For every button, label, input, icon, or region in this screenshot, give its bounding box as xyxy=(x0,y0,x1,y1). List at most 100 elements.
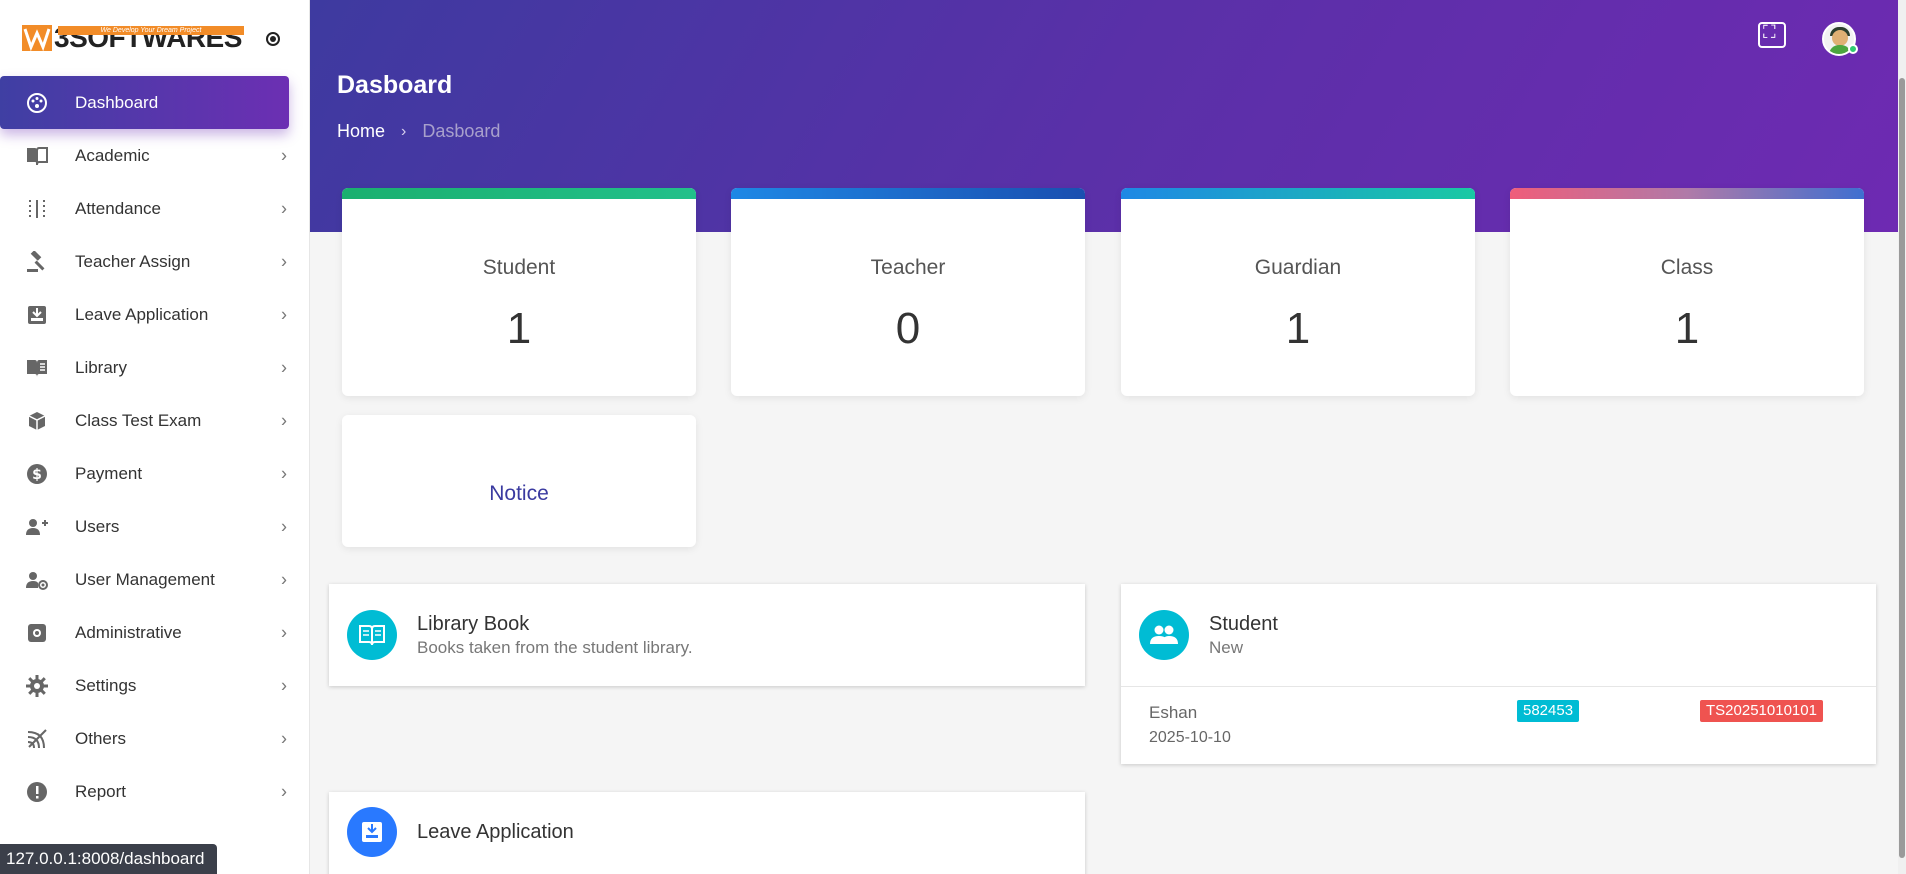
student-code-badge: 582453 xyxy=(1517,700,1580,722)
sidebar-item-label: Administrative xyxy=(75,622,182,642)
group-icon xyxy=(1139,610,1189,660)
stat-card-class[interactable]: Class 1 xyxy=(1510,188,1864,396)
sidebar-item-payment[interactable]: $ Payment › xyxy=(0,447,309,500)
svg-text:$: $ xyxy=(32,467,42,483)
list-item[interactable]: Eshan 2025-10-10 582453 TS20251010101 xyxy=(1121,686,1876,764)
chevron-right-icon: › xyxy=(281,569,287,589)
leave-application-panel: Leave Application xyxy=(329,792,1085,874)
attendance-icon xyxy=(25,197,49,221)
stat-card-teacher[interactable]: Teacher 0 xyxy=(731,188,1085,396)
sidebar-item-users[interactable]: Users › xyxy=(0,500,309,553)
stat-accent-bar xyxy=(1121,188,1475,199)
panel-header: Leave Application xyxy=(329,792,1085,872)
gear-icon xyxy=(25,674,49,698)
stat-label: Guardian xyxy=(1254,256,1342,279)
stat-accent-bar xyxy=(1510,188,1864,199)
sidebar-item-attendance[interactable]: Attendance › xyxy=(0,182,309,235)
chevron-right-icon: › xyxy=(281,622,287,642)
online-status-dot xyxy=(1848,44,1858,54)
breadcrumb: Home › Dasboard xyxy=(337,121,500,142)
notice-card[interactable]: Notice xyxy=(342,415,696,547)
stat-label: Class xyxy=(1660,256,1714,279)
sidebar-item-teacher-assign[interactable]: Teacher Assign › xyxy=(0,235,309,288)
sidebar-toggle-radio[interactable] xyxy=(266,32,280,46)
sidebar-item-user-management[interactable]: User Management › xyxy=(0,553,309,606)
sidebar-item-label: Class Test Exam xyxy=(75,410,202,430)
sidebar-item-label: Payment xyxy=(75,463,143,483)
page-scrollbar[interactable] xyxy=(1898,0,1906,874)
sidebar-item-settings[interactable]: Settings › xyxy=(0,659,309,712)
sidebar-item-label: Library xyxy=(75,357,127,377)
sidebar-item-report[interactable]: Report › xyxy=(0,765,309,818)
stat-accent-bar xyxy=(342,188,696,199)
breadcrumb-current: Dasboard xyxy=(422,121,501,141)
sidebar-item-dashboard[interactable]: Dashboard xyxy=(0,76,289,129)
sidebar-item-label: Dashboard xyxy=(75,92,159,112)
admin-icon xyxy=(25,621,49,645)
chevron-right-icon: › xyxy=(281,516,287,536)
panel-header: Student New xyxy=(1121,584,1876,686)
sidebar-item-label: Settings xyxy=(75,675,137,695)
sidebar-item-class-test-exam[interactable]: Class Test Exam › xyxy=(0,394,309,447)
panel-title: Leave Application xyxy=(417,820,574,843)
stat-label: Teacher xyxy=(870,256,946,279)
alert-icon xyxy=(25,780,49,804)
sidebar-item-library[interactable]: Library › xyxy=(0,341,309,394)
panel-header: Library Book Books taken from the studen… xyxy=(329,584,1085,686)
stat-card-student[interactable]: Student 1 xyxy=(342,188,696,396)
chevron-right-icon: › xyxy=(281,198,287,218)
library-icon xyxy=(25,356,49,380)
sidebar-item-label: Teacher Assign xyxy=(75,251,191,271)
chevron-right-icon: › xyxy=(281,728,287,748)
brand-tagline: We Develop Your Dream Project xyxy=(58,26,244,35)
chevron-right-icon: › xyxy=(281,251,287,271)
chevron-right-icon: › xyxy=(401,122,407,140)
sidebar-item-leave-application[interactable]: Leave Application › xyxy=(0,288,309,341)
avatar-face xyxy=(1832,30,1848,46)
brand-logo[interactable]: 3SOFTWARES We Develop Your Dream Project xyxy=(0,0,309,76)
fullscreen-icon[interactable] xyxy=(1758,22,1786,48)
sidebar-item-label: Report xyxy=(75,781,127,801)
status-bar-url: 127.0.0.1:8008/dashboard xyxy=(0,844,217,874)
sidebar: 3SOFTWARES We Develop Your Dream Project… xyxy=(0,0,310,874)
dollar-icon: $ xyxy=(25,462,49,486)
sidebar-item-label: Others xyxy=(75,728,127,748)
dashboard-icon xyxy=(25,91,49,115)
student-new-panel: Student New Eshan 2025-10-10 582453 TS20… xyxy=(1121,584,1876,764)
student-name: Eshan xyxy=(1149,703,1198,722)
open-book-icon xyxy=(347,610,397,660)
panel-title: Student xyxy=(1209,612,1278,635)
library-book-panel: Library Book Books taken from the studen… xyxy=(329,584,1085,686)
page-title: Dasboard xyxy=(337,71,453,99)
book-icon xyxy=(25,144,49,168)
inbox-icon xyxy=(25,303,49,327)
sidebar-item-label: Leave Application xyxy=(75,304,209,324)
sidebar-item-label: Academic xyxy=(75,145,150,165)
sidebar-item-academic[interactable]: Academic › xyxy=(0,129,309,182)
user-gear-icon xyxy=(25,568,49,592)
notice-label: Notice xyxy=(489,482,549,505)
sidebar-menu: Dashboard Academic › Attendance › Teache… xyxy=(0,76,309,818)
sidebar-item-others[interactable]: Others › xyxy=(0,712,309,765)
scrollbar-thumb[interactable] xyxy=(1899,78,1905,858)
breadcrumb-home-link[interactable]: Home xyxy=(337,121,385,142)
signal-icon xyxy=(25,727,49,751)
stat-accent-bar xyxy=(731,188,1085,199)
sidebar-item-administrative[interactable]: Administrative › xyxy=(0,606,309,659)
logo-mark-icon xyxy=(22,23,54,53)
stat-value: 1 xyxy=(1285,304,1311,353)
student-date: 2025-10-10 xyxy=(1149,729,1231,746)
stat-value: 1 xyxy=(506,304,532,353)
panel-title: Library Book xyxy=(417,612,530,635)
chevron-right-icon: › xyxy=(281,463,287,483)
gavel-icon xyxy=(25,250,49,274)
stat-card-guardian[interactable]: Guardian 1 xyxy=(1121,188,1475,396)
chevron-right-icon: › xyxy=(281,781,287,801)
chevron-right-icon: › xyxy=(281,304,287,324)
chevron-right-icon: › xyxy=(281,675,287,695)
sidebar-item-label: Attendance xyxy=(75,198,162,218)
chevron-right-icon: › xyxy=(281,357,287,377)
stat-label: Student xyxy=(482,256,556,279)
panel-subtitle: Books taken from the student library. xyxy=(417,637,693,657)
sidebar-item-label: User Management xyxy=(75,569,215,589)
